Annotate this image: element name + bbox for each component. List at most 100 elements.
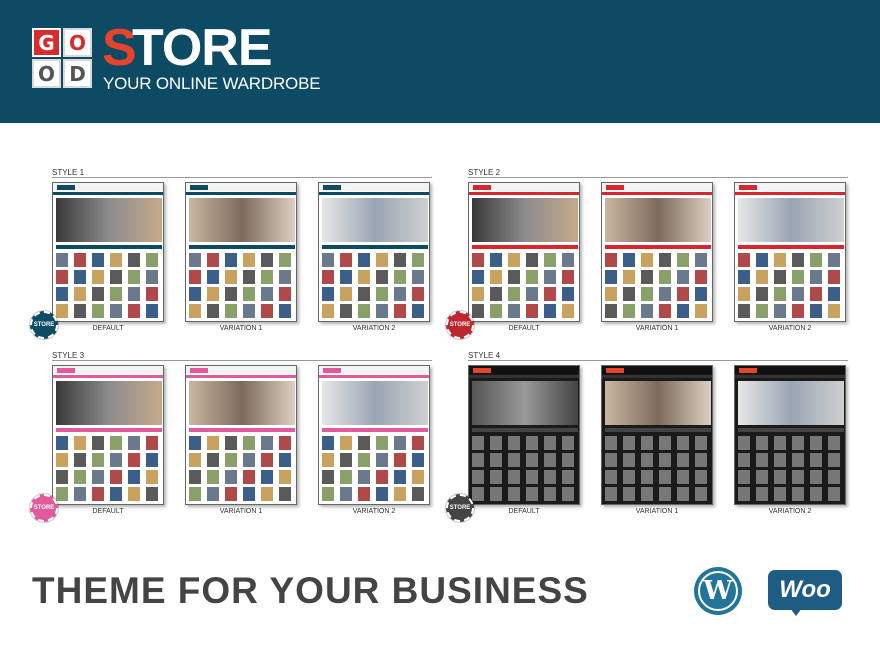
mini-product-row (189, 253, 295, 267)
mini-logo (57, 185, 75, 190)
mini-product (774, 487, 786, 501)
mini-product (412, 487, 424, 501)
mini-product (394, 470, 406, 484)
mini-product (605, 304, 617, 318)
mini-topbar (319, 366, 429, 374)
mini-product (792, 287, 804, 301)
mini-product-row (189, 304, 295, 318)
mini-product (322, 436, 334, 450)
mini-product (526, 287, 538, 301)
theme-variation-label: VARIATION 1 (219, 508, 263, 515)
mini-product-row (56, 253, 162, 267)
mini-product-row (738, 436, 844, 450)
theme-thumbnail[interactable] (734, 365, 846, 505)
mini-promo-bar (189, 245, 295, 249)
mini-product (605, 287, 617, 301)
mini-product (623, 304, 635, 318)
mini-nav (186, 375, 296, 378)
theme-thumbnail[interactable] (52, 365, 164, 505)
mini-topbar (53, 366, 163, 374)
mini-product (659, 487, 671, 501)
mini-product (110, 287, 122, 301)
mini-product-row (605, 453, 711, 467)
logo-grid-icon: G O O D (32, 28, 94, 90)
theme-thumbnail[interactable] (601, 365, 713, 505)
theme-thumbnail[interactable] (185, 182, 297, 322)
mini-product (207, 453, 219, 467)
mini-product (340, 436, 352, 450)
mini-nav (469, 375, 579, 378)
mini-product (659, 453, 671, 467)
mini-product (490, 436, 502, 450)
style-group: STYLE 1 DEFAULT VARIATION 1 VARIATION 2 STOR… (30, 168, 432, 339)
mini-product (322, 287, 334, 301)
mini-product-row (322, 270, 428, 284)
mini-product (92, 453, 104, 467)
mini-product-row (189, 436, 295, 450)
woocommerce-icon-tail (790, 608, 802, 616)
mini-nav (602, 192, 712, 195)
theme-thumbnail[interactable] (52, 182, 164, 322)
mini-logo (606, 185, 624, 190)
mini-product (376, 487, 388, 501)
mini-product-row (738, 287, 844, 301)
mini-product (322, 487, 334, 501)
mini-product (562, 270, 574, 284)
mini-product (508, 436, 520, 450)
mini-product (394, 270, 406, 284)
mini-product (279, 253, 291, 267)
mini-product (695, 287, 707, 301)
mini-product (376, 453, 388, 467)
mini-product (508, 253, 520, 267)
mini-product-row (472, 304, 578, 318)
mini-product (110, 436, 122, 450)
brand-name: TORE (132, 19, 273, 77)
theme-variation-label: VARIATION 1 (635, 508, 679, 515)
mini-product-row (738, 304, 844, 318)
mini-product (544, 436, 556, 450)
theme-thumbnail[interactable] (468, 182, 580, 322)
mini-product (376, 287, 388, 301)
mini-product (56, 253, 68, 267)
mini-product (677, 287, 689, 301)
mini-product (146, 253, 158, 267)
mini-product (472, 270, 484, 284)
mini-product (738, 287, 750, 301)
theme-thumbnail[interactable] (468, 365, 580, 505)
mini-product (738, 436, 750, 450)
mini-product (810, 304, 822, 318)
theme-thumbnail[interactable] (185, 365, 297, 505)
mini-topbar (186, 366, 296, 374)
theme-thumbnail[interactable] (734, 182, 846, 322)
mini-product-row (605, 270, 711, 284)
mini-product (774, 453, 786, 467)
mini-product (472, 304, 484, 318)
mini-product (261, 487, 273, 501)
mini-product-row (189, 270, 295, 284)
mini-product (146, 287, 158, 301)
mini-product (695, 436, 707, 450)
mini-product (376, 253, 388, 267)
mini-product (544, 270, 556, 284)
theme-thumbnail[interactable] (318, 365, 430, 505)
logo-tile: D (63, 59, 92, 88)
style-group-divider (52, 360, 432, 361)
mini-product (544, 487, 556, 501)
mini-product (340, 270, 352, 284)
mini-product (394, 287, 406, 301)
mini-product (225, 470, 237, 484)
mini-product-row (472, 270, 578, 284)
mini-product (490, 453, 502, 467)
mini-product (828, 253, 840, 267)
theme-thumbnail[interactable] (318, 182, 430, 322)
theme-thumbnail[interactable] (601, 182, 713, 322)
style-group-title: STYLE 3 (52, 351, 85, 360)
mini-product (189, 453, 201, 467)
mini-product (490, 470, 502, 484)
mini-product (146, 270, 158, 284)
mini-product (128, 487, 140, 501)
mini-product (279, 304, 291, 318)
mini-nav (186, 192, 296, 195)
mini-product (810, 436, 822, 450)
mini-product (243, 253, 255, 267)
